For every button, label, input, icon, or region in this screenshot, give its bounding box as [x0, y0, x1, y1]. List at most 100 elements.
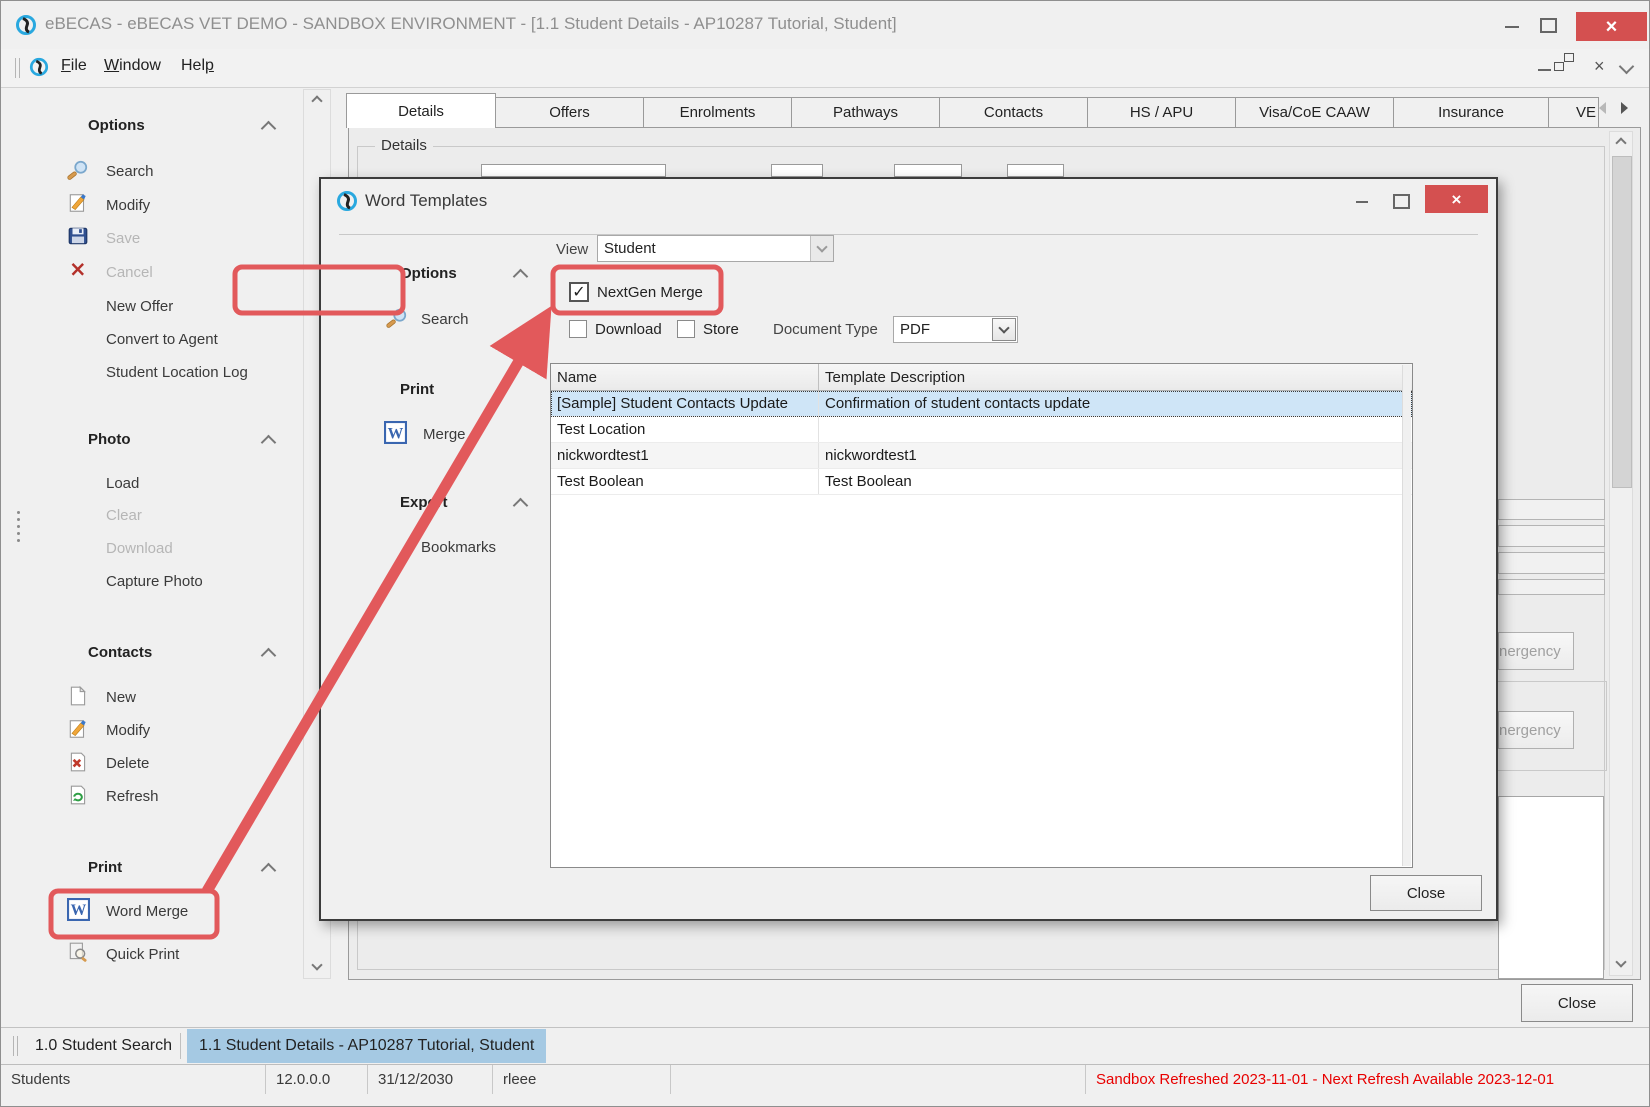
- tab-details[interactable]: Details: [346, 93, 496, 128]
- emergency-button-fragment[interactable]: nergency: [1498, 711, 1574, 749]
- svg-text:W: W: [71, 902, 87, 919]
- table-scrollbar[interactable]: [1402, 365, 1411, 866]
- scrollbar-thumb[interactable]: [1612, 156, 1632, 488]
- tab-offers[interactable]: Offers: [496, 97, 644, 128]
- chevron-up-icon: [311, 95, 322, 106]
- chevron-up-icon[interactable]: [513, 269, 529, 285]
- menu-window[interactable]: Window: [104, 57, 161, 75]
- store-label: Store: [703, 321, 739, 338]
- tab-insurance[interactable]: Insurance: [1394, 97, 1549, 128]
- dialog-item-merge[interactable]: Merge: [423, 426, 466, 443]
- sidebar-item-word-merge[interactable]: Word Merge: [106, 903, 188, 920]
- dialog-section-options[interactable]: Options: [400, 265, 457, 282]
- chevron-up-icon[interactable]: [261, 648, 277, 664]
- sidebar-item-contact-delete[interactable]: Delete: [106, 755, 149, 772]
- sidebar-section-contacts[interactable]: Contacts: [88, 644, 152, 661]
- mdi-minimize-button[interactable]: [1538, 69, 1551, 71]
- toolbar-options-chevron-icon[interactable]: [1619, 59, 1635, 75]
- nextgen-merge-checkbox[interactable]: ✓: [569, 282, 589, 302]
- dialog-title-bar: Word Templates ×: [321, 179, 1496, 225]
- sidebar-item-search[interactable]: Search: [106, 163, 154, 180]
- chevron-up-icon[interactable]: [261, 435, 277, 451]
- tab-visa-coe-caaw[interactable]: Visa/CoE CAAW: [1236, 97, 1394, 128]
- menu-help[interactable]: Help: [181, 57, 214, 75]
- status-version: 12.0.0.0: [266, 1065, 368, 1094]
- sidebar-item-save[interactable]: Save: [106, 230, 140, 247]
- chevron-up-icon: [1615, 137, 1626, 148]
- view-value: Student: [598, 240, 810, 257]
- window-minimize-button[interactable]: [1505, 26, 1519, 28]
- mdi-close-button[interactable]: ×: [1594, 56, 1605, 77]
- scroll-down-button[interactable]: [304, 956, 330, 978]
- sidebar-item-convert-to-agent[interactable]: Convert to Agent: [106, 331, 218, 348]
- dialog-minimize-button[interactable]: [1356, 201, 1368, 203]
- content-scrollbar[interactable]: [1609, 131, 1633, 976]
- scroll-up-button[interactable]: [304, 90, 330, 112]
- check-icon: ✓: [572, 284, 585, 300]
- toolbar-grip[interactable]: [15, 58, 20, 78]
- table-row[interactable]: Test Boolean Test Boolean: [551, 469, 1412, 495]
- toolbar-grip[interactable]: [13, 1036, 18, 1056]
- sidebar-item-student-location-log[interactable]: Student Location Log: [106, 364, 248, 381]
- table-row[interactable]: nickwordtest1 nickwordtest1: [551, 443, 1412, 469]
- sidebar-item-contact-new[interactable]: New: [106, 689, 136, 706]
- search-icon: [386, 307, 408, 329]
- drag-handle-icon[interactable]: [17, 511, 20, 542]
- dialog-close-button[interactable]: Close: [1370, 875, 1482, 911]
- word-icon: W: [384, 421, 406, 443]
- tab-pathways[interactable]: Pathways: [792, 97, 940, 128]
- window-maximize-button[interactable]: [1540, 18, 1557, 33]
- form-field-fragment: [771, 164, 823, 177]
- column-header-template-description[interactable]: Template Description: [819, 364, 1412, 390]
- sidebar-item-new-offer[interactable]: New Offer: [106, 298, 173, 315]
- chevron-up-icon[interactable]: [513, 498, 529, 514]
- tab-contacts[interactable]: Contacts: [940, 97, 1088, 128]
- dialog-item-bookmarks[interactable]: Bookmarks: [421, 539, 496, 556]
- menu-bar: File Window Help ×: [1, 49, 1649, 88]
- sidebar-item-clear[interactable]: Clear: [106, 507, 142, 524]
- main-close-button[interactable]: Close: [1521, 984, 1633, 1022]
- column-header-name[interactable]: Name: [551, 364, 819, 390]
- sidebar-item-cancel[interactable]: Cancel: [106, 264, 153, 281]
- sidebar-item-contact-refresh[interactable]: Refresh: [106, 788, 159, 805]
- scroll-up-button[interactable]: [1610, 132, 1632, 154]
- view-dropdown[interactable]: Student: [597, 235, 834, 262]
- window-close-button[interactable]: ×: [1576, 12, 1647, 41]
- sidebar-section-print[interactable]: Print: [88, 859, 122, 876]
- sidebar-section-options[interactable]: Options: [88, 117, 145, 134]
- view-label: View: [556, 241, 588, 258]
- table-row[interactable]: [Sample] Student Contacts Update Confirm…: [551, 391, 1412, 417]
- dialog-maximize-button[interactable]: [1393, 194, 1410, 209]
- sidebar-item-download[interactable]: Download: [106, 540, 173, 557]
- sidebar-item-quick-print[interactable]: Quick Print: [106, 946, 179, 963]
- menu-file[interactable]: File: [61, 57, 87, 75]
- emergency-button-fragment[interactable]: nergency: [1498, 632, 1574, 670]
- modify-icon: [67, 192, 89, 214]
- bottom-tab-student-details[interactable]: 1.1 Student Details - AP10287 Tutorial, …: [187, 1029, 546, 1063]
- chevron-up-icon[interactable]: [261, 863, 277, 879]
- tab-vet-truncated[interactable]: VE: [1549, 97, 1599, 128]
- table-header-row: Name Template Description: [551, 364, 1412, 391]
- tab-hs-apu[interactable]: HS / APU: [1088, 97, 1236, 128]
- dialog-section-print[interactable]: Print: [400, 381, 434, 398]
- document-type-dropdown[interactable]: PDF: [893, 316, 1018, 343]
- bottom-tab-student-search[interactable]: 1.0 Student Search: [23, 1029, 184, 1063]
- sidebar-item-modify[interactable]: Modify: [106, 197, 150, 214]
- dialog-section-export[interactable]: Export: [400, 494, 448, 511]
- dialog-item-search[interactable]: Search: [421, 311, 469, 328]
- tab-scroll-right-icon[interactable]: [1621, 102, 1628, 114]
- table-row[interactable]: Test Location: [551, 417, 1412, 443]
- tab-enrolments[interactable]: Enrolments: [644, 97, 792, 128]
- modify-icon: [67, 718, 89, 740]
- dialog-close-x-button[interactable]: ×: [1425, 185, 1488, 213]
- sidebar-item-capture-photo[interactable]: Capture Photo: [106, 573, 203, 590]
- store-checkbox[interactable]: [677, 320, 695, 338]
- scroll-down-button[interactable]: [1610, 953, 1632, 975]
- sidebar-section-photo[interactable]: Photo: [88, 431, 131, 448]
- chevron-down-icon: [992, 318, 1016, 341]
- sidebar-item-contact-modify[interactable]: Modify: [106, 722, 150, 739]
- tab-scroll-left-icon[interactable]: [1599, 102, 1606, 114]
- sidebar-item-load[interactable]: Load: [106, 475, 139, 492]
- chevron-up-icon[interactable]: [261, 121, 277, 137]
- download-checkbox[interactable]: [569, 320, 587, 338]
